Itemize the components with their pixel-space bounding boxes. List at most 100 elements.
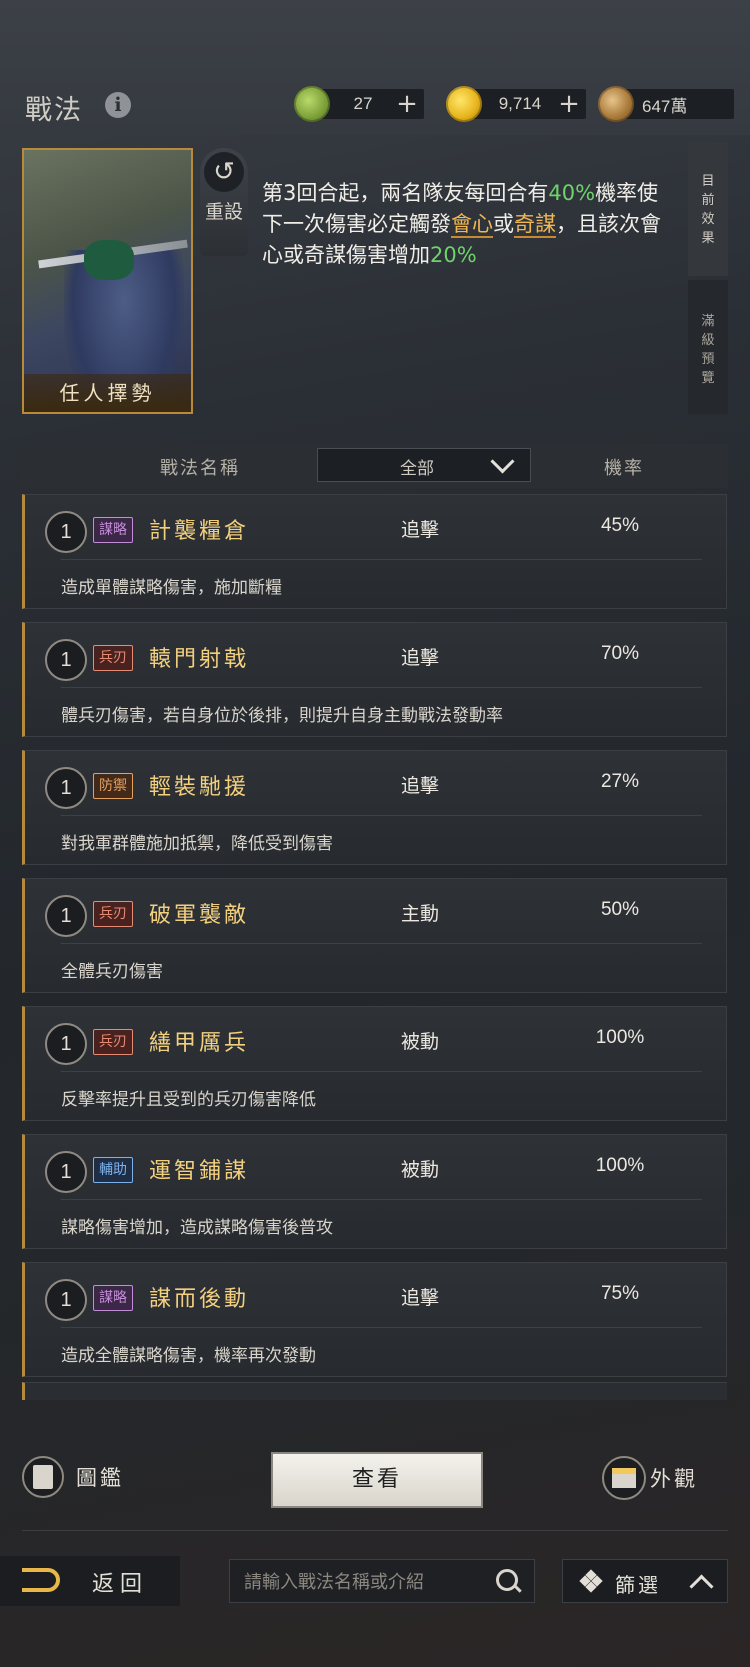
- column-rate-header: 機率: [604, 458, 644, 479]
- back-arrow-icon: [22, 1568, 60, 1592]
- skill-tag: 謀略: [93, 1285, 133, 1311]
- jade-coin-icon: [294, 86, 330, 122]
- skill-tag: 謀略: [93, 517, 133, 543]
- reset-button[interactable]: ↺ 重設: [200, 148, 248, 256]
- row-divider: [61, 815, 702, 816]
- gold-coin-icon: [446, 86, 482, 122]
- chevron-down-icon: [490, 449, 515, 474]
- skill-level: 1: [45, 1279, 87, 1321]
- skill-description: 第3回合起，兩名隊友每回合有40%機率使下一次傷害必定觸發會心或奇謀，且該次會心…: [262, 181, 661, 267]
- divider: [22, 1530, 728, 1531]
- skill-name: 繕甲厲兵: [149, 1031, 250, 1056]
- codex-label: 圖鑑: [76, 1466, 124, 1490]
- skill-description: 對我軍群體施加抵禦，降低受到傷害: [61, 834, 333, 854]
- skill-row[interactable]: 1 兵刃 破軍襲敵 主動 50% 全體兵刃傷害: [22, 878, 727, 993]
- skill-description: 造成單體謀略傷害，施加斷糧: [61, 578, 282, 598]
- reset-label: 重設: [204, 201, 243, 223]
- page-title: 戰法: [25, 95, 83, 126]
- skill-row[interactable]: 1 防禦 輕裝馳援 追擊 27% 對我軍群體施加抵禦，降低受到傷害: [22, 750, 727, 865]
- skill-level: 1: [45, 767, 87, 809]
- row-divider: [61, 559, 702, 560]
- skill-card-name: 任人擇勢: [24, 374, 191, 412]
- skill-row[interactable]: 1 兵刃 轅門射戟 追擊 70% 體兵刃傷害，若自身位於後排，則提升自身主動戰法…: [22, 622, 727, 737]
- appearance-button[interactable]: 外觀: [602, 1456, 698, 1500]
- type-filter-dropdown[interactable]: 全部: [317, 448, 531, 482]
- search-input[interactable]: [242, 1566, 486, 1598]
- resource-jade-value: 27: [353, 94, 373, 113]
- resource-copper: 647萬: [598, 86, 734, 122]
- skill-row[interactable]: 1 謀略 計襲糧倉 追擊 45% 造成單體謀略傷害，施加斷糧: [22, 494, 727, 609]
- skill-type: 追擊: [401, 775, 440, 797]
- filter-diamond-icon: [579, 1569, 603, 1593]
- skill-type: 主動: [401, 903, 440, 925]
- skill-name: 破軍襲敵: [149, 903, 250, 928]
- skill-row[interactable]: 1 兵刃 繕甲厲兵 被動 100% 反擊率提升且受到的兵刃傷害降低: [22, 1006, 727, 1121]
- skill-description: 反擊率提升且受到的兵刃傷害降低: [61, 1090, 316, 1110]
- tab-max-level-preview[interactable]: 滿級預覽: [688, 280, 728, 414]
- row-divider: [61, 1199, 702, 1200]
- skill-name: 輕裝馳援: [149, 775, 250, 800]
- pavilion-icon: [602, 1456, 646, 1500]
- skill-rate: 70%: [600, 643, 640, 664]
- skill-level: 1: [45, 511, 87, 553]
- resource-jade: 27 +: [294, 86, 424, 122]
- add-gold-button[interactable]: +: [558, 89, 580, 119]
- skill-tag: 輔助: [93, 1157, 133, 1183]
- skill-type: 追擊: [401, 1287, 440, 1309]
- skill-tag: 兵刃: [93, 645, 133, 671]
- skill-level: 1: [45, 895, 87, 937]
- skill-description: 造成全體謀略傷害，機率再次發動: [61, 1346, 316, 1366]
- skill-rate: 100%: [595, 1027, 645, 1048]
- skill-type: 被動: [401, 1159, 440, 1181]
- skill-row[interactable]: 1 謀略 謀而後動 追擊 75% 造成全體謀略傷害，機率再次發動: [22, 1262, 727, 1377]
- view-button[interactable]: 查看: [271, 1452, 483, 1508]
- resource-gold-value: 9,714: [498, 94, 542, 113]
- skill-level: 1: [45, 1023, 87, 1065]
- skill-tag: 兵刃: [93, 901, 133, 927]
- info-icon[interactable]: i: [105, 92, 131, 118]
- row-divider: [61, 943, 702, 944]
- search-icon[interactable]: [496, 1569, 518, 1591]
- resource-gold: 9,714 +: [446, 86, 586, 122]
- skill-description: 體兵刃傷害，若自身位於後排，則提升自身主動戰法發動率: [61, 706, 503, 726]
- skill-row[interactable]: 1 輔助 運智鋪謀 被動 100% 謀略傷害增加，造成謀略傷害後普攻: [22, 1134, 727, 1249]
- row-divider: [61, 1327, 702, 1328]
- skill-name: 運智鋪謀: [149, 1159, 250, 1184]
- back-button[interactable]: 返回: [0, 1556, 180, 1606]
- resource-copper-value: 647萬: [642, 96, 688, 116]
- codex-icon: [22, 1456, 64, 1498]
- skill-type: 被動: [401, 1031, 440, 1053]
- filter-label: 篩選: [615, 1573, 661, 1597]
- skill-level: 1: [45, 1151, 87, 1193]
- skill-tag: 防禦: [93, 773, 133, 799]
- skill-rate: 27%: [600, 771, 640, 792]
- table-header: 戰法名稱 全部 機率: [20, 444, 728, 488]
- skill-rate: 100%: [595, 1155, 645, 1176]
- row-divider: [61, 687, 702, 688]
- skill-row-partial[interactable]: [22, 1382, 727, 1400]
- skill-level: 1: [45, 639, 87, 681]
- appearance-label: 外觀: [650, 1467, 698, 1491]
- skill-description: 謀略傷害增加，造成謀略傷害後普攻: [61, 1218, 333, 1238]
- column-name-header: 戰法名稱: [160, 458, 240, 479]
- skill-name: 謀而後動: [149, 1287, 250, 1312]
- skill-tag: 兵刃: [93, 1029, 133, 1055]
- skill-card-hand: [84, 240, 134, 280]
- reset-icon: ↺: [204, 152, 244, 192]
- add-jade-button[interactable]: +: [396, 89, 418, 119]
- search-box: [229, 1559, 535, 1603]
- row-divider: [61, 1071, 702, 1072]
- skill-rate: 45%: [600, 515, 640, 536]
- tab-current-effect[interactable]: 目前效果: [688, 142, 728, 276]
- skill-card[interactable]: 任人擇勢: [22, 148, 193, 414]
- skill-description: 全體兵刃傷害: [61, 962, 163, 982]
- back-label: 返回: [92, 1572, 149, 1597]
- codex-button[interactable]: 圖鑑: [22, 1456, 124, 1498]
- copper-coin-icon: [598, 86, 634, 122]
- skill-rate: 50%: [600, 899, 640, 920]
- skill-rate: 75%: [600, 1283, 640, 1304]
- skill-type: 追擊: [401, 647, 440, 669]
- skill-name: 計襲糧倉: [149, 519, 250, 544]
- filter-button[interactable]: 篩選: [562, 1559, 728, 1603]
- type-filter-value: 全部: [400, 459, 434, 479]
